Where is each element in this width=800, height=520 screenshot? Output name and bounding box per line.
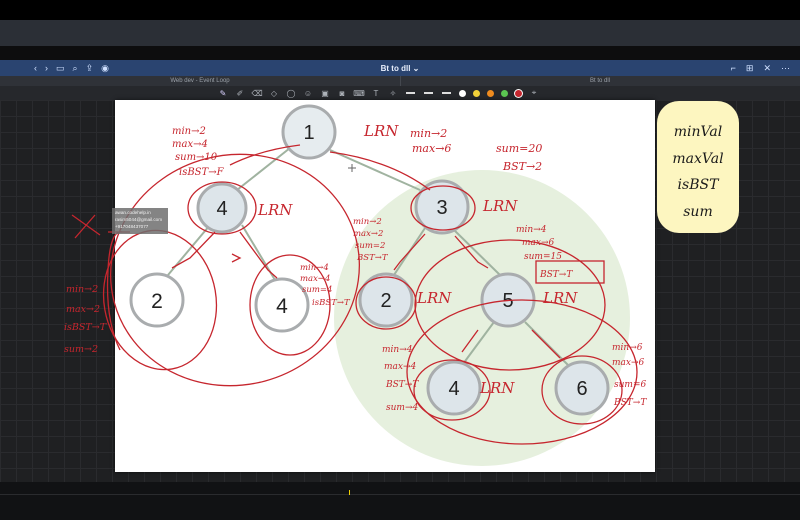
tree-node: 6 [554, 360, 610, 416]
annot-line: max→6 [522, 238, 555, 248]
annot-line: BST→T [613, 398, 647, 408]
annot-line: min→4 [516, 225, 547, 235]
lrn-node2: LRN [416, 289, 452, 307]
node-4b-label: 4 [276, 295, 288, 318]
annot-line: max→6 [412, 142, 451, 155]
annot-line: max→4 [300, 274, 330, 284]
text-cursor [349, 490, 350, 495]
sticky-text: minVal maxVal isBST sum [672, 124, 723, 220]
annot-line: BST→T [356, 253, 389, 263]
annot-line: sum=6 [614, 380, 646, 390]
node-1-label: 1 [303, 122, 314, 144]
annot-line: max→2 [353, 229, 383, 239]
annot-line: isBST→T [312, 298, 351, 308]
annot-line: min→2 [410, 127, 447, 140]
lrn-node4: LRN [257, 201, 293, 219]
annot-line: min→4 [300, 263, 329, 273]
bottom-divider [0, 494, 800, 495]
tree-node: 4 [426, 360, 482, 416]
node-6-label: 6 [576, 378, 587, 400]
annot-line: max→4 [172, 139, 208, 150]
annot-line: sum=4 [302, 285, 332, 295]
tree-node: 1 [281, 104, 337, 160]
sticky-line: sum [683, 204, 712, 220]
node-4c-label: 4 [448, 378, 459, 400]
annot-far-left: min→2 max→2 isBST→T sum→2 [64, 284, 107, 355]
node-3-label: 3 [436, 197, 447, 219]
lrn-node5: LRN [542, 289, 578, 307]
annot-line: BST→2 [502, 160, 542, 173]
node-4-label: 4 [216, 198, 227, 220]
node-2-label: 2 [151, 290, 163, 313]
annot-top-right: min→2 max→6 sum=20 BST→2 [410, 127, 542, 173]
lrn-root: LRN [363, 122, 399, 140]
crosshair-cursor-icon [348, 164, 356, 172]
tree-node: 2 [129, 272, 185, 328]
annot-line: max→2 [66, 304, 100, 315]
annot-line: min→6 [612, 343, 643, 353]
annot-line: sum=20 [496, 142, 542, 155]
annot-line: sum→2 [64, 344, 98, 355]
annot-line: min→2 [172, 126, 206, 137]
annot-line: max→4 [384, 362, 417, 372]
annot-line: sum=2 [355, 241, 385, 251]
node-2b-label: 2 [380, 290, 391, 312]
tooltip-email: rasim5044@gmail.com [115, 217, 163, 222]
annot-line: BST→T [385, 380, 419, 390]
contact-tooltip: awan.codehelp.in rasim5044@gmail.com +91… [112, 208, 168, 234]
annot-line: BST→T [539, 270, 573, 280]
tree-node: 4 [196, 182, 248, 234]
tooltip-phone: +917048437077 [115, 224, 149, 229]
annot-line: min→4 [382, 345, 413, 355]
tooltip-website: awan.codehelp.in [115, 210, 151, 215]
sticky-line: isBST [678, 177, 721, 193]
annot-top-left: min→2 max→4 sum→10 isBST→F [172, 126, 225, 178]
annot-line: min→2 [353, 217, 382, 227]
sticky-line: minVal [674, 124, 722, 140]
annot-line: min→2 [66, 284, 98, 295]
annot-line: max→6 [612, 358, 645, 368]
annot-line: isBST→T [64, 322, 107, 333]
annot-line: sum→10 [175, 152, 218, 163]
tree-node: 4 [254, 277, 310, 333]
sticky-line: maxVal [672, 151, 723, 167]
annot-line: isBST→F [179, 167, 225, 178]
annot-line: sum=15 [524, 252, 562, 262]
lrn-node4c: LRN [479, 379, 515, 397]
bottom-bar [0, 482, 800, 520]
lrn-node3: LRN [482, 197, 518, 215]
drawing-overlay: 1 4 2 4 3 2 5 4 6 LRN LRN LRN LRN LRN LR… [64, 104, 724, 466]
annot-line: sum→4 [386, 403, 418, 413]
